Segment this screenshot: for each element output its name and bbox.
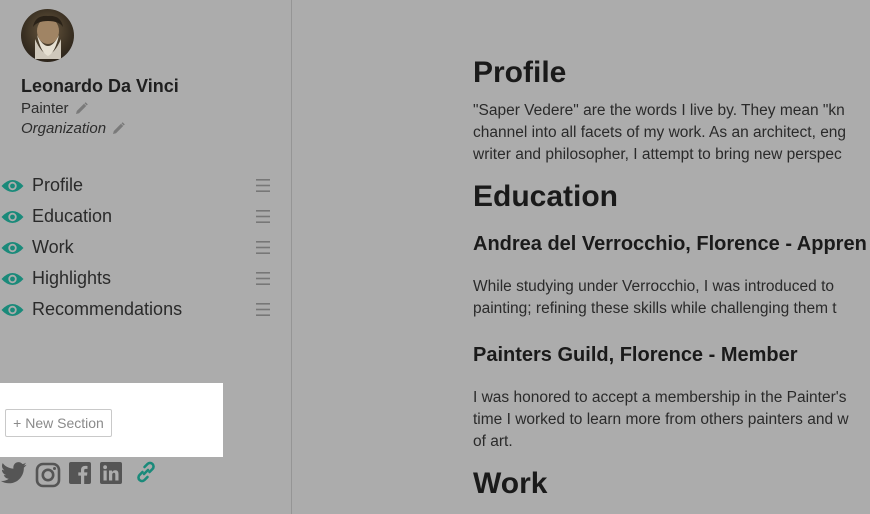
profile-text: "Saper Vedere" are the words I live by. … (473, 100, 870, 166)
twitter-icon[interactable] (0, 462, 27, 489)
instagram-icon[interactable] (35, 462, 61, 493)
user-title-row: Painter (21, 100, 88, 117)
facebook-icon[interactable] (69, 462, 91, 489)
avatar[interactable] (21, 9, 74, 62)
section-item-education[interactable]: Education (0, 203, 291, 234)
section-label: Work (32, 237, 74, 257)
eye-icon[interactable] (1, 209, 24, 225)
education-entry-text: I was honored to accept a membership in … (473, 387, 870, 453)
user-organization-row: Organization (21, 120, 125, 137)
section-label: Highlights (32, 268, 112, 288)
paragraph-line: While studying under Verrocchio, I was i… (473, 278, 834, 295)
resume-content: Profile "Saper Vedere" are the words I l… (292, 0, 870, 514)
user-name: Leonardo Da Vinci (21, 76, 179, 96)
pencil-icon[interactable] (75, 102, 88, 115)
section-item-highlights[interactable]: Highlights (0, 265, 291, 296)
eye-icon[interactable] (1, 302, 24, 318)
paragraph-line: writer and philosopher, I attempt to bri… (473, 146, 842, 163)
user-organization: Organization (21, 120, 107, 137)
section-label: Recommendations (32, 299, 183, 319)
new-section-panel: + New Section (0, 383, 223, 457)
paragraph-line: of art. (473, 433, 513, 450)
sidebar: Leonardo Da Vinci Painter Organization P… (0, 0, 292, 514)
education-entry-title: Andrea del Verrocchio, Florence - Appren (473, 233, 867, 255)
paragraph-line: I was honored to accept a membership in … (473, 389, 847, 406)
drag-handle-icon[interactable] (256, 209, 270, 224)
education-entry: Painters Guild, Florence - Member (473, 344, 870, 367)
link-icon[interactable] (134, 460, 158, 489)
education-entry-title: Painters Guild, Florence - Member (473, 344, 798, 366)
paragraph-line: painting; refining these skills while ch… (473, 300, 837, 317)
eye-icon[interactable] (1, 178, 24, 194)
education-heading: Education (473, 180, 619, 213)
paragraph-line: channel into all facets of my work. As a… (473, 124, 847, 141)
work-heading: Work (473, 467, 548, 500)
user-title: Painter (21, 100, 69, 117)
education-section: Education (473, 180, 870, 214)
education-entry: Andrea del Verrocchio, Florence - Appren (473, 233, 870, 256)
eye-icon[interactable] (1, 271, 24, 287)
section-label: Profile (32, 175, 84, 195)
drag-handle-icon[interactable] (256, 302, 270, 317)
linkedin-icon[interactable] (100, 462, 122, 489)
section-label: Education (32, 206, 113, 226)
profile-heading: Profile (473, 56, 567, 89)
section-list: Profile Education Work Highlights Recomm… (0, 172, 291, 327)
section-item-profile[interactable]: Profile (0, 172, 291, 203)
work-section: Work (473, 467, 870, 501)
profile-section: Profile (473, 56, 870, 90)
section-item-work[interactable]: Work (0, 234, 291, 265)
section-item-recommendations[interactable]: Recommendations (0, 296, 291, 327)
eye-icon[interactable] (1, 240, 24, 256)
drag-handle-icon[interactable] (256, 240, 270, 255)
education-entry-text: While studying under Verrocchio, I was i… (473, 276, 870, 320)
paragraph-line: "Saper Vedere" are the words I live by. … (473, 102, 845, 119)
paragraph-line: time I worked to learn more from others … (473, 411, 849, 428)
new-section-button[interactable]: + New Section (5, 409, 112, 437)
drag-handle-icon[interactable] (256, 271, 270, 286)
drag-handle-icon[interactable] (256, 178, 270, 193)
pencil-icon[interactable] (112, 122, 125, 135)
